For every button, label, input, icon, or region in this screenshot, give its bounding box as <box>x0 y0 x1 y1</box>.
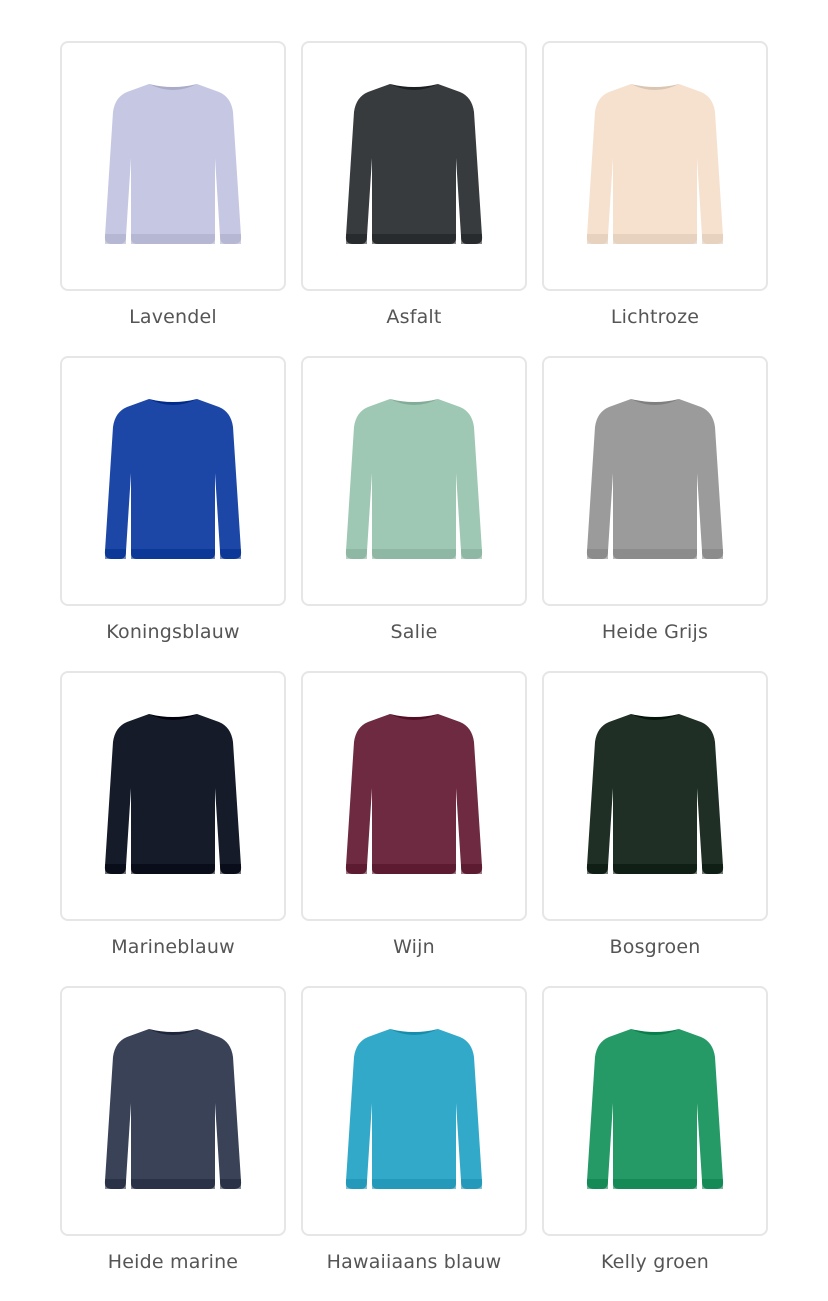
color-swatch-lichtroze[interactable]: Lichtroze <box>542 41 768 356</box>
swatch-label: Asfalt <box>386 306 442 328</box>
swatch-card[interactable] <box>542 356 768 606</box>
color-swatch-grid: Lavendel Asfalt Lichtroze Koningsblauw S… <box>60 41 768 1301</box>
swatch-card[interactable] <box>301 41 527 291</box>
swatch-card[interactable] <box>301 986 527 1236</box>
color-swatch-hawaiiaans-blauw[interactable]: Hawaiiaans blauw <box>301 986 527 1301</box>
color-swatch-marineblauw[interactable]: Marineblauw <box>60 671 286 986</box>
swatch-card[interactable] <box>542 986 768 1236</box>
swatch-card[interactable] <box>542 41 768 291</box>
swatch-label: Lavendel <box>129 306 217 328</box>
swatch-label: Koningsblauw <box>106 621 240 643</box>
swatch-label: Hawaiiaans blauw <box>326 1251 502 1273</box>
swatch-card[interactable] <box>60 41 286 291</box>
swatch-label: Kelly groen <box>600 1251 710 1273</box>
color-swatch-heide-grijs[interactable]: Heide Grijs <box>542 356 768 671</box>
sweatshirt-icon <box>104 84 242 244</box>
swatch-label: Wijn <box>393 936 435 958</box>
swatch-label: Salie <box>390 621 438 643</box>
swatch-label: Marineblauw <box>111 936 235 958</box>
sweatshirt-icon <box>586 1029 724 1189</box>
swatch-card[interactable] <box>60 356 286 606</box>
sweatshirt-icon <box>586 714 724 874</box>
sweatshirt-icon <box>586 399 724 559</box>
sweatshirt-icon <box>104 399 242 559</box>
sweatshirt-icon <box>345 84 483 244</box>
sweatshirt-icon <box>345 1029 483 1189</box>
sweatshirt-icon <box>345 714 483 874</box>
swatch-card[interactable] <box>60 671 286 921</box>
swatch-card[interactable] <box>60 986 286 1236</box>
color-swatch-salie[interactable]: Salie <box>301 356 527 671</box>
color-swatch-heide-marine[interactable]: Heide marine <box>60 986 286 1301</box>
swatch-label: Heide marine <box>107 1251 239 1273</box>
color-swatch-bosgroen[interactable]: Bosgroen <box>542 671 768 986</box>
swatch-label: Lichtroze <box>610 306 700 328</box>
color-swatch-lavendel[interactable]: Lavendel <box>60 41 286 356</box>
color-swatch-asfalt[interactable]: Asfalt <box>301 41 527 356</box>
sweatshirt-icon <box>104 1029 242 1189</box>
sweatshirt-icon <box>586 84 724 244</box>
sweatshirt-icon <box>345 399 483 559</box>
swatch-card[interactable] <box>301 356 527 606</box>
swatch-card[interactable] <box>542 671 768 921</box>
swatch-card[interactable] <box>301 671 527 921</box>
sweatshirt-icon <box>104 714 242 874</box>
color-swatch-koningsblauw[interactable]: Koningsblauw <box>60 356 286 671</box>
color-swatch-wijn[interactable]: Wijn <box>301 671 527 986</box>
swatch-label: Bosgroen <box>609 936 701 958</box>
color-swatch-kelly-groen[interactable]: Kelly groen <box>542 986 768 1301</box>
swatch-label: Heide Grijs <box>601 621 709 643</box>
